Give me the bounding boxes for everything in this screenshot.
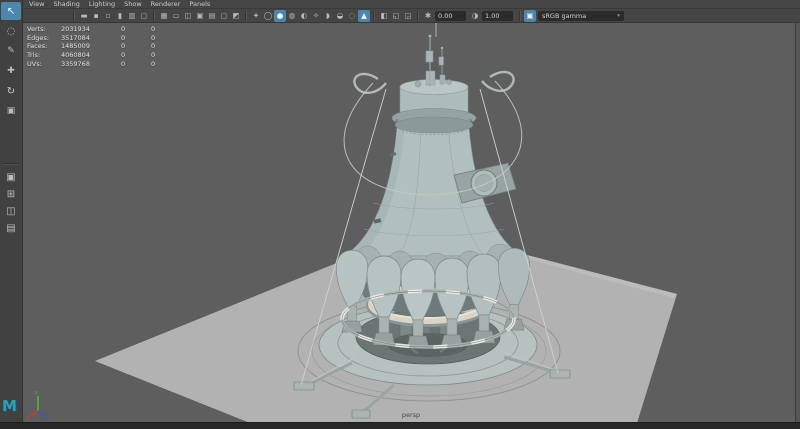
wireframe-on-shaded-icon[interactable]: ◍ xyxy=(286,10,298,22)
hud-col4: 0 xyxy=(151,42,181,50)
menu-renderer[interactable]: Renderer xyxy=(151,0,181,9)
occlusion-icon[interactable]: ◒ xyxy=(334,10,346,22)
panel-toolbar: ▬ ▪ ▫ ▮ ▥ ◻ ▦ ▭ ◫ ▣ ▤ ◻ ◩ ✦ ◯ ● ◍ ◐ ✧ ◗ … xyxy=(22,9,800,23)
panel-menu-bar: View Shading Lighting Show Renderer Pane… xyxy=(22,0,800,9)
toolbar-divider xyxy=(373,11,375,21)
gamma-icon[interactable]: ◑ xyxy=(469,10,481,22)
hud-row: Edges: 3517084 0 0 xyxy=(27,34,181,43)
hud-col3: 0 xyxy=(121,60,151,68)
select-camera-icon[interactable]: ▬ xyxy=(78,10,90,22)
textured-icon[interactable]: ◐ xyxy=(298,10,310,22)
hud-label: Edges: xyxy=(27,34,61,42)
tool-box: ↖ ◌ ✎ ✚ ↻ ▣ ▣ ⊞ ◫ ▤ M xyxy=(0,0,23,423)
layout-outliner-persp-button[interactable]: ▤ xyxy=(2,221,20,236)
use-all-lights-icon[interactable]: ✧ xyxy=(310,10,322,22)
wireframe-icon[interactable]: ◯ xyxy=(262,10,274,22)
poly-count-hud: Verts: 2031934 0 0 Edges: 3517084 0 0 Fa… xyxy=(27,25,181,68)
camera-attributes-icon[interactable]: ▫ xyxy=(102,10,114,22)
chevron-down-icon: ▾ xyxy=(617,11,620,21)
hud-col4: 0 xyxy=(151,25,181,33)
hud-value: 2031934 xyxy=(61,25,121,33)
field-chart-icon[interactable]: ▤ xyxy=(206,10,218,22)
rotate-tool[interactable]: ↻ xyxy=(1,82,21,100)
grid-icon[interactable]: ▦ xyxy=(158,10,170,22)
shadows-icon[interactable]: ◗ xyxy=(322,10,334,22)
isolate-select-icon[interactable]: ◧ xyxy=(378,10,390,22)
viewport-right-border xyxy=(795,23,800,423)
exposure-field[interactable]: 0.00 xyxy=(435,11,466,21)
toolbar-divider xyxy=(73,11,75,21)
hud-col3: 0 xyxy=(121,34,151,42)
move-tool[interactable]: ✚ xyxy=(1,62,21,80)
x-ray-icon[interactable]: ◱ xyxy=(390,10,402,22)
lock-camera-icon[interactable]: ▪ xyxy=(90,10,102,22)
hud-col3: 0 xyxy=(121,51,151,59)
toolbox-divider xyxy=(3,163,19,165)
toolbar-divider xyxy=(519,11,521,21)
toolbar-divider xyxy=(153,11,155,21)
gamma-field[interactable]: 1.00 xyxy=(482,11,513,21)
scale-tool[interactable]: ▣ xyxy=(1,102,21,120)
menu-lighting[interactable]: Lighting xyxy=(89,0,115,9)
menu-shading[interactable]: Shading xyxy=(53,0,79,9)
toolbar-divider xyxy=(417,11,419,21)
bottom-bar xyxy=(0,422,800,429)
safe-action-icon[interactable]: ◻ xyxy=(218,10,230,22)
axis-y-label: y xyxy=(35,390,38,396)
resolution-gate-icon[interactable]: ◫ xyxy=(182,10,194,22)
menu-show[interactable]: Show xyxy=(124,0,142,9)
hud-value: 1485009 xyxy=(61,42,121,50)
hud-label: Verts: xyxy=(27,25,61,33)
lighting-icon[interactable]: ✦ xyxy=(250,10,262,22)
hud-row: Tris: 4060804 0 0 xyxy=(27,51,181,60)
safe-title-icon[interactable]: ◩ xyxy=(230,10,242,22)
scene-3d: y xyxy=(22,23,800,423)
film-gate-icon[interactable]: ▭ xyxy=(170,10,182,22)
pan-zoom-icon[interactable]: ◻ xyxy=(138,10,150,22)
image-plane-icon[interactable]: ▥ xyxy=(126,10,138,22)
hud-value: 4060804 xyxy=(61,51,121,59)
anti-aliasing-icon[interactable]: ▲ xyxy=(358,10,370,22)
select-tool[interactable]: ↖ xyxy=(1,2,21,20)
menu-view[interactable]: View xyxy=(29,0,44,9)
hud-label: Faces: xyxy=(27,42,61,50)
hud-col3: 0 xyxy=(121,42,151,50)
layout-two-pane-button[interactable]: ◫ xyxy=(2,204,20,219)
hud-col3: 0 xyxy=(121,25,151,33)
layout-single-pane-button[interactable]: ▣ xyxy=(2,170,20,185)
menu-panels[interactable]: Panels xyxy=(189,0,210,9)
hud-label: UVs: xyxy=(27,60,61,68)
hud-col4: 0 xyxy=(151,51,181,59)
toolbar-divider xyxy=(245,11,247,21)
hud-col4: 0 xyxy=(151,60,181,68)
color-management-icon[interactable]: ▣ xyxy=(524,10,536,22)
layout-four-pane-button[interactable]: ⊞ xyxy=(2,187,20,202)
hud-label: Tris: xyxy=(27,51,61,59)
view-transform-dropdown[interactable]: sRGB gamma ▾ xyxy=(538,11,624,21)
perspective-viewport[interactable]: y Verts: 2031934 0 0 Edges: 3517084 0 0 … xyxy=(22,23,800,423)
exposure-icon[interactable]: ✱ xyxy=(422,10,434,22)
paint-select-tool[interactable]: ✎ xyxy=(1,42,21,60)
smooth-shade-icon[interactable]: ● xyxy=(274,10,286,22)
view-transform-value: sRGB gamma xyxy=(542,11,586,21)
motion-blur-icon[interactable]: ◌ xyxy=(346,10,358,22)
x-ray-joints-icon[interactable]: ◲ xyxy=(402,10,414,22)
hud-value: 3517084 xyxy=(61,34,121,42)
hud-value: 3359768 xyxy=(61,60,121,68)
bookmark-view-icon[interactable]: ▮ xyxy=(114,10,126,22)
camera-name-label: persp xyxy=(22,411,800,419)
lasso-select-tool[interactable]: ◌ xyxy=(1,22,21,40)
hud-row: Verts: 2031934 0 0 xyxy=(27,25,181,34)
gate-mask-icon[interactable]: ▣ xyxy=(194,10,206,22)
hud-row: Faces: 1485009 0 0 xyxy=(27,42,181,51)
maya-logo: M xyxy=(2,397,16,415)
maya-window: ↖ ◌ ✎ ✚ ↻ ▣ ▣ ⊞ ◫ ▤ M View Shading Light… xyxy=(0,0,800,429)
upper-cylinder xyxy=(392,71,476,133)
hud-row: UVs: 3359768 0 0 xyxy=(27,59,181,68)
hud-col4: 0 xyxy=(151,34,181,42)
